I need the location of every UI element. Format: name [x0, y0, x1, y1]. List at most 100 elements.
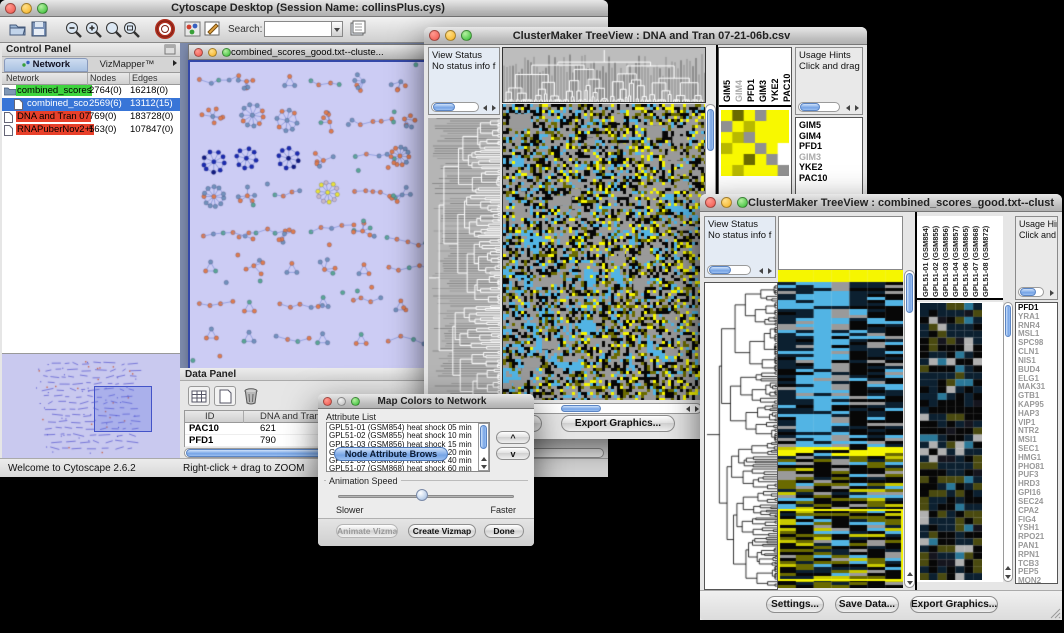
tv2-status-hscrollbar[interactable] [707, 265, 751, 275]
network-row[interactable]: combined_scores2764(0)16218(0) [2, 85, 180, 98]
scroll-down-icon[interactable] [481, 465, 487, 469]
close-icon[interactable] [429, 30, 440, 41]
col-network[interactable]: Network [6, 73, 39, 83]
tv2-zoom-heatmap[interactable] [920, 303, 982, 580]
zoom-window-icon[interactable] [737, 197, 748, 208]
tab-vizmapper[interactable]: VizMapper™ [92, 58, 162, 72]
scroll-left-icon[interactable] [686, 406, 690, 412]
scroll-left-icon[interactable] [483, 105, 487, 111]
tv2-save-data-button[interactable]: Save Data... [835, 596, 899, 613]
help-lifebuoy-icon[interactable] [155, 19, 176, 39]
zoom-in-icon[interactable] [84, 20, 104, 39]
scroll-right-icon[interactable] [695, 406, 699, 412]
network-view-canvas-area[interactable] [188, 60, 426, 368]
animate-vizmap-button[interactable]: Animate Vizmap [336, 524, 398, 538]
tv2-titlebar[interactable]: ClusterMaker TreeView : combined_scores_… [700, 194, 1062, 212]
tv2-row-dendrogram[interactable] [704, 282, 778, 590]
tv1-titlebar[interactable]: ClusterMaker TreeView : DNA and Tran 07-… [424, 27, 867, 45]
scroll-right-icon[interactable] [1050, 290, 1054, 296]
network-name[interactable]: RNAPuberNov2+I [16, 124, 94, 135]
minimize-icon[interactable] [721, 197, 732, 208]
zoom-window-icon[interactable] [351, 397, 360, 406]
search-dropdown-button[interactable] [331, 21, 343, 37]
zoom-selected-icon[interactable] [104, 20, 124, 39]
vizmapper-icon[interactable] [184, 21, 201, 37]
scroll-right-icon[interactable] [855, 105, 859, 111]
scroll-down-icon[interactable] [907, 581, 913, 585]
close-icon[interactable] [5, 3, 16, 14]
scroll-right-icon[interactable] [492, 105, 496, 111]
zoom-fit-icon[interactable] [122, 20, 142, 39]
speed-slider-thumb[interactable] [416, 489, 428, 501]
col-nodes[interactable]: Nodes [90, 73, 116, 83]
minimize-icon[interactable] [337, 397, 346, 406]
network-row[interactable]: combined_sco2569(6)13112(15) [2, 98, 180, 111]
gene-label[interactable]: GIM3 [799, 152, 862, 163]
move-up-button[interactable]: ^ [496, 431, 530, 444]
dialog-titlebar[interactable]: Map Colors to Network [318, 394, 534, 409]
tv2-heatmap-vscrollbar[interactable] [904, 270, 915, 588]
search-options-icon[interactable] [349, 20, 367, 38]
network-name[interactable]: combined_scores [16, 85, 92, 96]
close-icon[interactable] [194, 48, 203, 57]
tab-overflow-icon[interactable] [173, 60, 177, 66]
attribute-item[interactable]: GPL51-07 (GSM868) heat shock 60 min [329, 465, 489, 472]
scroll-up-icon[interactable] [1005, 566, 1011, 570]
new-attribute-icon[interactable] [214, 386, 236, 406]
gene-label[interactable]: PFD1 [799, 141, 862, 152]
minimize-icon[interactable] [21, 3, 32, 14]
birdseye-viewport-rect[interactable] [94, 386, 152, 432]
open-file-icon[interactable] [8, 20, 27, 38]
tv2-export-graphics-button[interactable]: Export Graphics... [910, 596, 998, 613]
gene-label[interactable]: YKE2 [799, 162, 862, 173]
col-edges[interactable]: Edges [132, 73, 158, 83]
tv1-zoom-heatmap[interactable] [721, 110, 789, 176]
float-panel-icon[interactable] [164, 44, 176, 55]
attribute-select-icon[interactable] [188, 386, 210, 406]
tv1-export-graphics-button[interactable]: Export Graphics... [561, 415, 675, 432]
gene-label[interactable]: PAC10 [799, 173, 862, 184]
tv1-hints-hscrollbar[interactable] [798, 102, 840, 112]
close-icon[interactable] [323, 397, 332, 406]
tv2-hints-hscrollbar[interactable] [1018, 287, 1044, 297]
search-input[interactable] [264, 21, 332, 37]
close-icon[interactable] [705, 197, 716, 208]
minimize-icon[interactable] [208, 48, 217, 57]
main-titlebar[interactable]: Cytoscape Desktop (Session Name: collins… [0, 0, 608, 17]
scroll-up-icon[interactable] [481, 457, 487, 461]
col-id[interactable]: ID [205, 411, 215, 422]
scroll-down-icon[interactable] [1005, 575, 1011, 579]
tv1-column-dendrogram[interactable] [502, 47, 706, 103]
frame1-titlebar[interactable]: combined_scores_good.txt--cluste... [188, 44, 426, 60]
minimize-icon[interactable] [445, 30, 456, 41]
gene-label[interactable]: MON2 [1018, 577, 1057, 584]
tv1-heatmap[interactable] [502, 104, 705, 400]
zoom-out-icon[interactable] [64, 20, 84, 39]
zoom-window-icon[interactable] [222, 48, 231, 57]
zoom-window-icon[interactable] [37, 3, 48, 14]
attribute-list-vscrollbar[interactable] [478, 423, 489, 471]
scroll-left-icon[interactable] [759, 268, 763, 274]
scroll-up-icon[interactable] [907, 572, 913, 576]
gene-label[interactable]: GIM5 [799, 120, 862, 131]
node-attribute-browser-tab[interactable]: Node Attribute Brows [334, 447, 448, 461]
tv2-gene-list[interactable]: PFD1YRA1RNR4MSL1SPC98CLN1NIS1BUD4ELG1MAK… [1015, 302, 1058, 584]
scroll-right-icon[interactable] [768, 268, 772, 274]
delete-attribute-icon[interactable] [240, 385, 262, 407]
tv2-heatmap[interactable] [778, 270, 903, 588]
create-vizmap-button[interactable]: Create Vizmap [408, 524, 476, 538]
tab-network[interactable]: Network [4, 58, 88, 72]
done-button[interactable]: Done [484, 524, 524, 538]
save-icon[interactable] [30, 20, 48, 38]
annotation-icon[interactable] [204, 21, 222, 37]
move-down-button[interactable]: v [496, 447, 530, 460]
tv2-settings-button[interactable]: Settings... [766, 596, 824, 613]
zoom-window-icon[interactable] [461, 30, 472, 41]
scroll-left-icon[interactable] [846, 105, 850, 111]
network-row[interactable]: DNA and Tran 07769(0)183728(0) [2, 111, 180, 124]
tv1-status-hscrollbar[interactable] [431, 102, 479, 112]
tv2-zoom-vscrollbar[interactable] [1003, 302, 1013, 582]
network-row[interactable]: RNAPuberNov2+I563(0)107847(0) [2, 124, 180, 137]
resize-grip[interactable] [1049, 607, 1061, 619]
gene-label[interactable]: GIM4 [799, 131, 862, 142]
